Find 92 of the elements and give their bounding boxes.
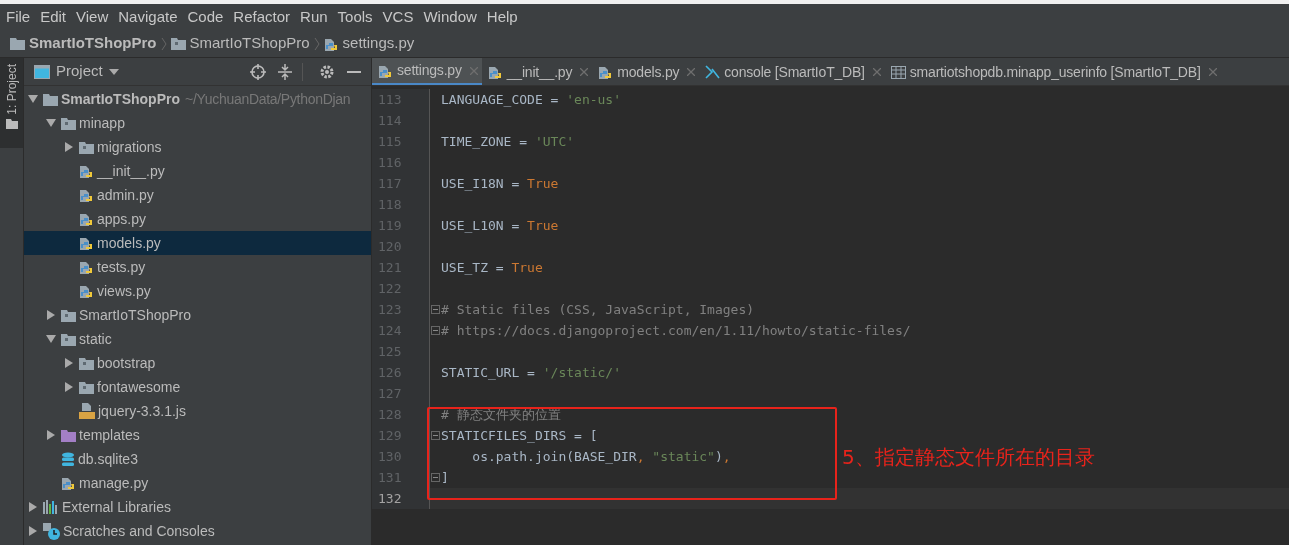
scratch-clock-icon	[43, 522, 60, 540]
settings-icon[interactable]	[319, 63, 335, 80]
folder-icon	[79, 356, 94, 370]
code-line: LANGUAGE_CODE = 'en-us'	[441, 90, 622, 109]
close-icon[interactable]	[872, 68, 881, 76]
folder-icon	[61, 116, 76, 130]
python-file-icon	[487, 64, 503, 80]
tree-item[interactable]: SmartIoTShopPro ~/YuchuanData/PythonDjan	[24, 87, 371, 111]
close-icon[interactable]	[469, 66, 478, 75]
folder-icon	[61, 332, 76, 346]
tree-item[interactable]: migrations	[24, 135, 371, 159]
locate-icon[interactable]	[250, 63, 266, 80]
breadcrumb-item[interactable]: SmartIoTShopPro	[29, 32, 157, 55]
tree-item[interactable]: static	[24, 327, 371, 351]
tree-item[interactable]: SmartIoTShopPro	[24, 303, 371, 327]
python-file-icon	[79, 187, 94, 203]
tree-item[interactable]: bootstrap	[24, 351, 371, 375]
editor-tab[interactable]: models.py	[592, 58, 700, 85]
collapse-icon[interactable]	[278, 63, 292, 80]
code-line: ]	[441, 468, 449, 487]
code-line: # https://docs.djangoproject.com/en/1.11/howto/static-files/	[441, 321, 911, 340]
window-icon	[34, 64, 50, 79]
code-line: TIME_ZONE = 'UTC'	[441, 132, 575, 151]
folder-icon	[79, 140, 94, 154]
menu-item[interactable]: Run	[300, 5, 328, 29]
code-line: USE_TZ = True	[441, 258, 543, 277]
menu-item[interactable]: File	[6, 5, 31, 29]
tree-item[interactable]: db.sqlite3	[24, 447, 371, 471]
editor-tab[interactable]: settings.py	[372, 58, 482, 85]
project-tool-tab[interactable]: 1: Project	[0, 58, 23, 148]
folder-icon	[5, 118, 18, 129]
tree-item[interactable]: minapp	[24, 111, 371, 135]
caret-icon	[108, 68, 119, 75]
menu-item[interactable]: Refactor	[233, 5, 291, 29]
database-icon	[61, 451, 75, 467]
folder-icon	[10, 37, 25, 50]
tree-item[interactable]: templates	[24, 423, 371, 447]
tree-item[interactable]: apps.py	[24, 207, 371, 231]
folder-icon	[61, 308, 76, 322]
tree-item[interactable]: models.py	[24, 231, 371, 255]
editor-tab[interactable]: smartiotshopdb.minapp_userinfo [SmartIoT_DB]	[884, 58, 1221, 85]
code-line: # Static files (CSS, JavaScript, Images)	[441, 300, 755, 319]
view-dropdown[interactable]: Project	[56, 60, 119, 83]
tree-item[interactable]: manage.py	[24, 471, 371, 495]
tree-item[interactable]: admin.py	[24, 183, 371, 207]
console-icon	[705, 64, 721, 80]
menu-item[interactable]: Tools	[337, 5, 373, 29]
menu-item[interactable]: Navigate	[118, 5, 178, 29]
python-file-icon	[79, 235, 94, 251]
menu-item[interactable]: Edit	[40, 5, 67, 29]
code-line: os.path.join(BASE_DIR, "static"),	[471, 447, 731, 466]
editor-tab[interactable]: console [SmartIoT_DB]	[699, 58, 885, 85]
library-icon	[43, 500, 59, 514]
tree-item[interactable]: views.py	[24, 279, 371, 303]
chevron-icon	[160, 36, 167, 51]
code-line: # 静态文件夹的位置	[441, 405, 561, 424]
annotation-text: 5、指定静态文件所在的目录	[842, 444, 1095, 471]
breadcrumb-item[interactable]: SmartIoTShopPro	[189, 32, 310, 55]
menu-item[interactable]: View	[76, 5, 109, 29]
code-line: STATICFILES_DIRS = [	[441, 426, 598, 445]
folder-icon	[170, 37, 186, 50]
close-icon[interactable]	[580, 68, 589, 76]
python-file-icon	[79, 163, 94, 179]
python-file-icon	[79, 283, 94, 299]
python-file-icon	[79, 259, 94, 275]
python-file-icon	[61, 475, 76, 491]
editor-tab[interactable]: __init__.py	[481, 58, 593, 85]
table-icon	[890, 65, 906, 79]
close-icon[interactable]	[687, 68, 696, 76]
code-line: USE_I18N = True	[441, 174, 559, 193]
menu-item[interactable]: Help	[486, 5, 518, 29]
code-line: USE_L10N = True	[441, 216, 559, 235]
python-file-icon	[79, 211, 94, 227]
tree-item[interactable]: External Libraries	[24, 495, 371, 519]
folder-icon	[61, 428, 76, 442]
menu-item[interactable]: Code	[187, 5, 224, 29]
tree-item[interactable]: jquery-3.3.1.js	[24, 399, 371, 423]
tree-item[interactable]: fontawesome	[24, 375, 371, 399]
tree-item[interactable]: Scratches and Consoles	[24, 519, 371, 543]
menu-item[interactable]: VCS	[382, 5, 414, 29]
menu-item[interactable]: Window	[423, 5, 477, 29]
python-file-icon	[598, 64, 614, 80]
tool-window-label: 1: Project	[3, 64, 20, 115]
code-line: STATIC_URL = '/static/'	[441, 363, 622, 382]
close-icon[interactable]	[1208, 68, 1217, 76]
breadcrumb-item[interactable]: settings.py	[342, 32, 415, 55]
tree-item[interactable]: tests.py	[24, 255, 371, 279]
folder-icon	[43, 92, 58, 106]
chevron-icon	[313, 36, 320, 51]
folder-icon	[79, 380, 94, 394]
js-file-icon	[79, 403, 95, 419]
tree-item[interactable]: __init__.py	[24, 159, 371, 183]
